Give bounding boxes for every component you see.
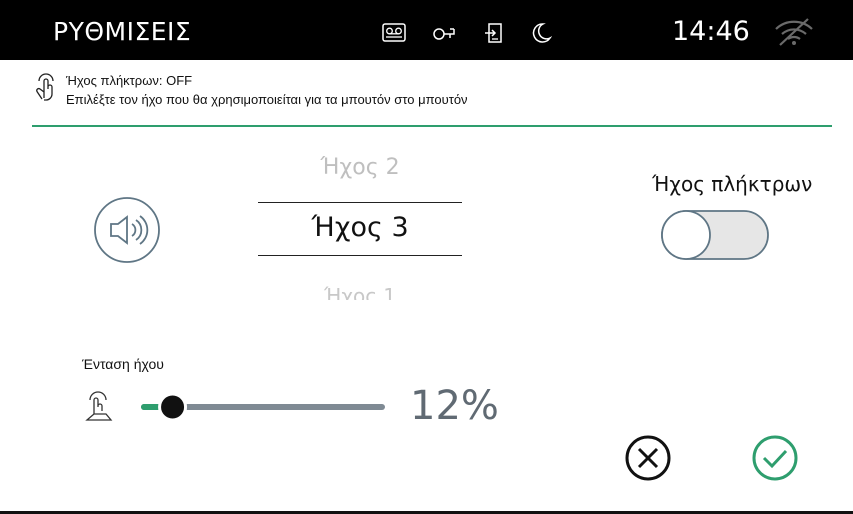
moon-icon: [532, 23, 552, 43]
volume-value: 12%: [410, 383, 499, 429]
sound-option-previous[interactable]: Ήχος 2: [258, 155, 462, 180]
wifi-off-icon: [775, 18, 813, 46]
touch-hand-icon: [85, 391, 113, 421]
volume-label: Ένταση ήχου: [82, 356, 164, 372]
volume-slider-knob[interactable]: [158, 392, 188, 422]
clock: 14:46: [672, 16, 750, 47]
sound-option-selected[interactable]: Ήχος 3: [258, 212, 462, 243]
voicemail-icon: [382, 23, 406, 42]
picker-top-divider: [258, 202, 462, 203]
cancel-button[interactable]: [624, 434, 672, 482]
touch-hand-icon: [36, 73, 54, 101]
speaker-icon[interactable]: [93, 196, 161, 264]
top-bar: ΡΥΘΜΙΣΕΙΣ 14:46: [0, 0, 853, 60]
key-sound-toggle[interactable]: [661, 210, 769, 260]
door-exit-icon: [485, 23, 502, 43]
hint-status: Ήχος πλήκτρων: OFF: [66, 73, 193, 88]
confirm-button[interactable]: [751, 434, 799, 482]
volume-slider[interactable]: [136, 392, 386, 422]
page-title: ΡΥΘΜΙΣΕΙΣ: [53, 17, 192, 46]
sound-option-next[interactable]: Ήχος 1: [258, 284, 462, 300]
hint-description: Επιλέξτε τον ήχο που θα χρησιμοποιείται …: [66, 92, 468, 107]
picker-bottom-divider: [258, 255, 462, 256]
key-icon: [433, 28, 455, 40]
hint-panel: Ήχος πλήκτρων: OFF Επιλέξτε τον ήχο που …: [32, 70, 832, 127]
key-sound-label: Ήχος πλήκτρων: [652, 172, 813, 196]
